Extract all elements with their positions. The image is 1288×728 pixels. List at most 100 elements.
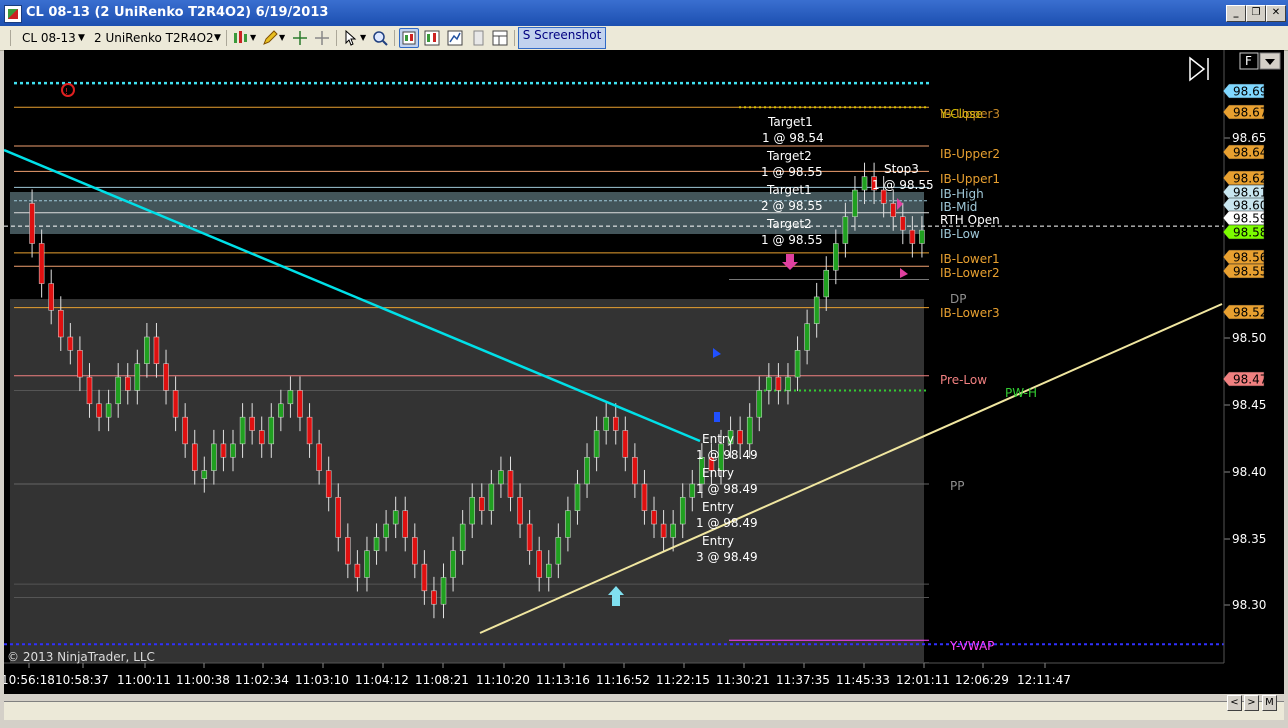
candle-body [880,189,887,204]
candle-body [593,430,600,458]
indicators-icon[interactable] [422,28,442,48]
price-flag-label: 98.60 [1233,199,1267,213]
candle-body [517,497,523,525]
order-detail: 2 @ 98.55 [761,199,823,213]
candle-body [316,443,322,471]
pointer-icon[interactable] [341,28,361,48]
data-box-icon[interactable] [399,28,419,48]
chevron-down-icon[interactable]: ▼ [250,29,256,47]
horizontal-scrollbar[interactable]: < > M [0,695,1288,728]
candlestick-style-icon[interactable] [231,28,251,48]
scroll-mode-button[interactable]: M [1262,695,1277,711]
candle-body [479,497,485,511]
price-flag-label: 98.67 [1233,106,1267,120]
candle-body [565,510,571,538]
exit-arrow-icon [782,254,798,270]
price-tick-label: 98.45 [1232,398,1266,412]
candle-body [622,430,629,458]
screenshot-button[interactable]: S Screenshot [518,27,606,49]
candle-body [134,363,141,391]
candle-body [804,323,810,351]
price-tick-label: 98.40 [1232,465,1266,479]
time-tick-label: 11:00:11 [117,673,171,687]
scroll-left-button[interactable]: < [1227,695,1242,711]
candle-body [172,390,179,418]
candle-body [574,483,581,511]
candle-body [258,430,265,445]
candle-body [775,376,782,391]
time-tick-label: 11:00:38 [176,673,230,687]
chevron-down-icon[interactable]: ▼ [78,29,85,47]
instrument-selector[interactable]: CL 08-13 [22,29,76,47]
candle-body [440,577,447,605]
level-label: PP [950,479,964,493]
copyright-text: © 2013 NinjaTrader, LLC [7,650,155,664]
candle-body [919,229,925,244]
zoom-icon[interactable] [370,28,390,48]
order-detail: 1 @ 98.55 [761,233,823,247]
entry-marker-icon [714,412,720,422]
global-crosshair-icon[interactable] [312,28,332,48]
price-flag-label: 98.58 [1233,226,1267,240]
pencil-draw-icon[interactable] [260,28,280,48]
candle-body [584,456,590,485]
crosshair-icon[interactable] [290,28,310,48]
price-flag-label: 98.61 [1233,186,1267,200]
level-label: IB-Lower3 [940,306,1000,320]
price-flag-label: 98.52 [1233,306,1267,320]
candle-body [48,283,54,311]
candle-body [641,483,648,511]
candle-body [498,470,504,485]
time-axis[interactable]: 10:56:18 10:58:37 11:00:11 11:00:38 11:02:34… [4,663,1071,687]
time-tick-label: 12:11:47 [1017,673,1071,687]
order-detail: 3 @ 98.49 [696,550,758,564]
candle-body [536,550,542,578]
toolbar-grip [10,30,11,46]
level-label: IB-Upper1 [940,172,1000,186]
time-tick-label: 10:58:37 [55,673,109,687]
candle-body [249,416,255,431]
candle-body [29,203,35,244]
candle-body [813,296,820,324]
candle-body [450,550,456,578]
scroll-right-button[interactable]: > [1244,695,1259,711]
window-title: CL 08-13 (2 UniRenko T2R4O2) 6/19/2013 [26,5,329,20]
close-button[interactable]: ✕ [1266,5,1286,22]
candle-body [86,376,93,405]
alert-glyph: ! [65,87,68,96]
minimize-button[interactable]: _ [1226,5,1246,22]
level-label: DP [950,292,966,306]
chevron-down-icon[interactable]: ▼ [279,29,285,47]
bar-type-selector[interactable]: 2 UniRenko T2R4O2 [94,29,214,47]
chart-panel[interactable]: ! Y-Close IB-Upper3 IB-Upper2 IB-Upper1 IB-H… [4,50,1284,694]
panels-icon[interactable] [490,28,510,48]
price-flag-label: 98.47 [1233,373,1267,387]
restore-button[interactable]: ❐ [1246,5,1266,22]
order-label: Target2 [766,217,812,231]
candle-body [421,563,428,592]
candle-body [201,470,208,479]
scroll-track[interactable] [4,701,1284,720]
chevron-down-icon[interactable]: ▼ [360,29,366,47]
time-tick-label: 11:45:33 [836,673,890,687]
strategies-icon[interactable] [445,28,465,48]
chevron-down-icon[interactable]: ▼ [214,29,221,47]
level-label: IB-High [940,187,984,201]
level-label-overlay: IB-Upper3 [940,107,1000,121]
candle-body [58,310,64,338]
price-flag-label: 98.64 [1233,146,1267,160]
candle-body [96,403,102,418]
time-tick-label: 11:02:34 [235,673,289,687]
order-detail: 1 @ 98.54 [762,131,824,145]
candle-body [335,497,342,538]
price-flag-label: 98.56 [1233,251,1267,265]
order-label: Target2 [766,149,812,163]
toolbar-separator [226,30,227,46]
price-chart[interactable]: ! Y-CloseIB-Upper3IB-Upper2IB-Upper1IB-H… [4,50,1284,694]
properties-icon[interactable] [468,28,488,48]
scroll-to-end-button[interactable] [1189,56,1209,82]
candle-body [632,456,638,485]
price-axis[interactable]: 98.65 98.50 98.45 98.40 98.35 98.30 [1223,50,1266,663]
candle-body [555,537,562,565]
time-tick-label: 10:56:18 [4,673,55,687]
